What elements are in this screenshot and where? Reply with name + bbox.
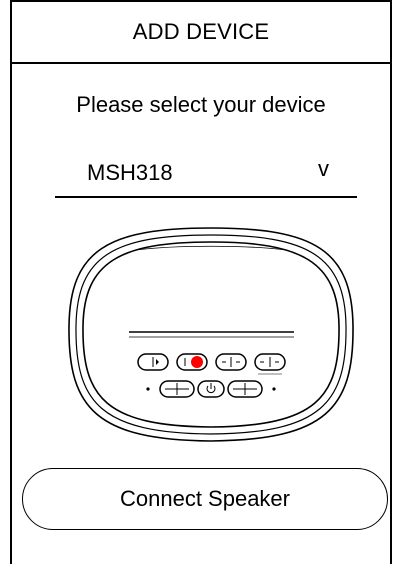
page-header: ADD DEVICE [10, 0, 392, 64]
speaker-top-buttons [137, 353, 286, 375]
page-title: ADD DEVICE [132, 19, 270, 44]
chevron-down-icon: v [318, 156, 329, 181]
speaker-icon [68, 227, 354, 442]
connect-speaker-label: Connect Speaker [120, 486, 290, 511]
device-select-value: MSH318 [87, 160, 173, 185]
connect-speaker-button[interactable]: Connect Speaker [22, 468, 388, 530]
select-prompt: Please select your device [76, 92, 326, 117]
speaker-bottom-buttons [146, 380, 276, 398]
device-select[interactable]: MSH318 v [55, 150, 357, 198]
